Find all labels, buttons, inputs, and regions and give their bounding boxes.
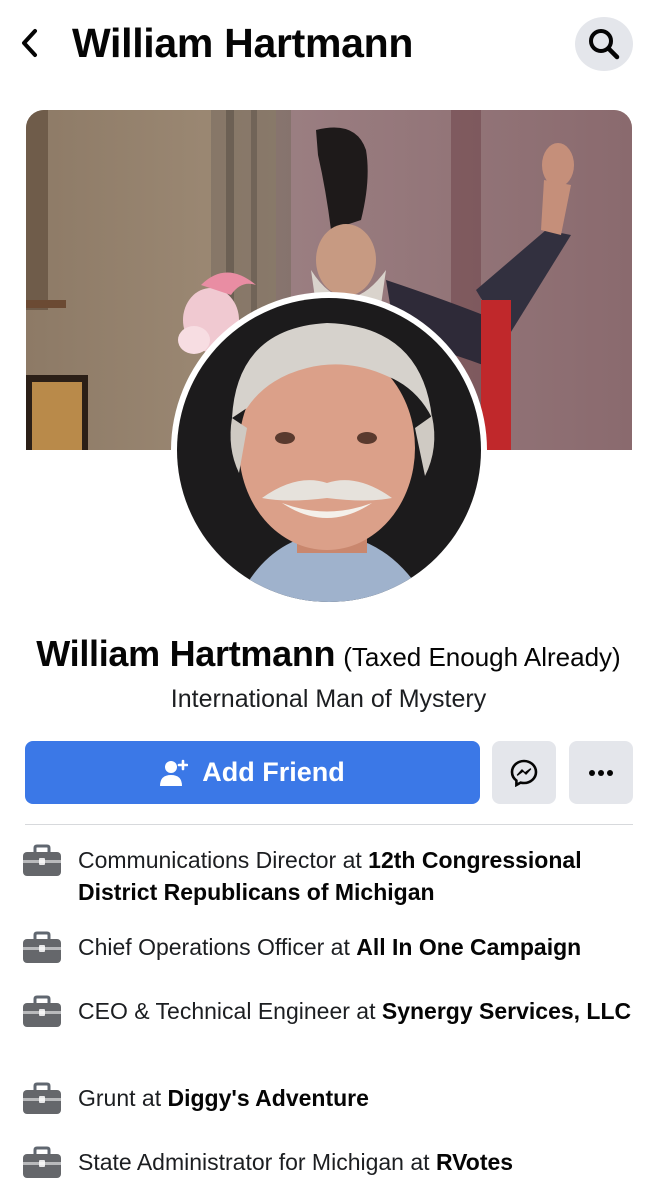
- work-organization-link[interactable]: Synergy Services, LLC: [382, 998, 631, 1024]
- work-role: Chief Operations Officer at: [78, 934, 357, 960]
- profile-picture-frame[interactable]: [171, 292, 487, 608]
- profile-bio: International Man of Mystery: [170, 685, 487, 713]
- add-friend-label: Add Friend: [202, 757, 345, 787]
- top-bar: William Hartmann: [0, 0, 657, 90]
- work-description: Chief Operations Officer at All In One C…: [78, 931, 581, 963]
- briefcase-icon: [23, 844, 61, 876]
- work-description: CEO & Technical Engineer at Synergy Serv…: [78, 995, 631, 1027]
- work-role: State Administrator for Michigan at: [78, 1149, 436, 1175]
- work-entry: State Administrator for Michigan at RVot…: [20, 1146, 640, 1180]
- message-button[interactable]: [492, 741, 556, 804]
- search-button[interactable]: [575, 17, 633, 71]
- profile-page: William Hartmann William Hartmann (Taxed…: [0, 0, 657, 1200]
- add-person-icon: [160, 759, 189, 786]
- search-icon: [589, 29, 620, 60]
- work-entry: Chief Operations Officer at All In One C…: [20, 931, 640, 965]
- add-friend-button[interactable]: Add Friend: [25, 741, 480, 804]
- avatar[interactable]: [177, 298, 481, 602]
- work-role: Grunt at: [78, 1085, 168, 1111]
- work-description: Grunt at Diggy's Adventure: [78, 1082, 369, 1114]
- profile-alternate-name: (Taxed Enough Already): [343, 642, 621, 672]
- work-role: CEO & Technical Engineer at: [78, 998, 382, 1024]
- more-dots-icon: [589, 769, 613, 776]
- page-title: William Hartmann: [72, 20, 414, 66]
- briefcase-icon: [23, 931, 61, 963]
- work-entry: Communications Director at 12th Congress…: [20, 844, 640, 908]
- briefcase-icon: [23, 995, 61, 1027]
- chevron-left-icon: [22, 29, 37, 57]
- work-description: Communications Director at 12th Congress…: [78, 844, 640, 908]
- briefcase-icon: [23, 1146, 61, 1178]
- work-entry: Grunt at Diggy's Adventure: [20, 1082, 640, 1116]
- back-button[interactable]: [12, 22, 48, 64]
- work-organization-link[interactable]: Diggy's Adventure: [167, 1085, 368, 1111]
- work-organization-link[interactable]: RVotes: [436, 1149, 513, 1175]
- work-description: State Administrator for Michigan at RVot…: [78, 1146, 513, 1178]
- work-entry: CEO & Technical Engineer at Synergy Serv…: [20, 995, 640, 1029]
- messenger-icon: [510, 759, 538, 787]
- profile-name-main: William Hartmann: [36, 633, 336, 674]
- work-role: Communications Director at: [78, 847, 369, 873]
- work-organization-link[interactable]: All In One Campaign: [356, 934, 581, 960]
- section-divider: [25, 824, 633, 825]
- more-options-button[interactable]: [569, 741, 633, 804]
- briefcase-icon: [23, 1082, 61, 1114]
- profile-name: William Hartmann (Taxed Enough Already): [0, 632, 657, 684]
